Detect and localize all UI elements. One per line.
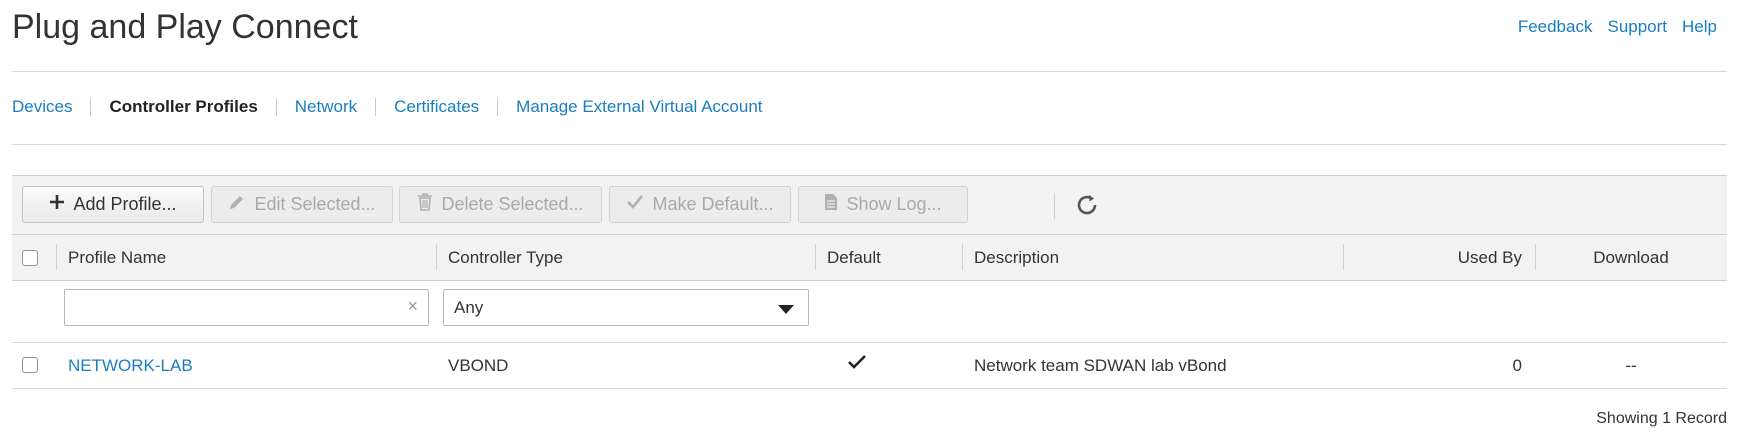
row-checkbox[interactable] xyxy=(22,357,38,373)
controller-type-filter-value: Any xyxy=(454,297,484,317)
used-by-cell: 0 xyxy=(1512,355,1522,375)
column-header-controller-type[interactable]: Controller Type xyxy=(448,235,563,280)
delete-selected-button[interactable]: Delete Selected... xyxy=(399,186,602,223)
show-log-label: Show Log... xyxy=(846,194,942,214)
tab-divider xyxy=(375,98,377,116)
column-header-download: Download xyxy=(1593,247,1669,267)
table-header: Profile Name Controller Type Default Des… xyxy=(12,235,1727,281)
column-header-used-by[interactable]: Used By xyxy=(1343,235,1522,280)
caret-down-icon xyxy=(778,305,794,314)
tabs-divider xyxy=(12,144,1727,145)
profile-name-filter-input[interactable]: × xyxy=(64,289,429,326)
support-link[interactable]: Support xyxy=(1607,17,1667,37)
pencil-icon xyxy=(228,193,246,217)
plus-icon xyxy=(49,193,65,216)
feedback-link[interactable]: Feedback xyxy=(1518,17,1593,37)
column-header-description[interactable]: Description xyxy=(974,235,1059,280)
add-profile-label: Add Profile... xyxy=(73,194,177,214)
table-row: NETWORK-LAB VBOND Network team SDWAN lab… xyxy=(12,343,1727,389)
select-all-checkbox[interactable] xyxy=(22,250,38,266)
tab-certificates[interactable]: Certificates xyxy=(394,97,479,117)
tab-bar: Devices Controller Profiles Network Cert… xyxy=(12,97,763,117)
checkmark-icon xyxy=(626,193,644,216)
profile-name-link[interactable]: NETWORK-LAB xyxy=(68,343,193,388)
tab-divider xyxy=(275,98,277,116)
header-divider xyxy=(12,71,1727,72)
tab-manage-external-virtual-account[interactable]: Manage External Virtual Account xyxy=(516,97,762,117)
description-cell: Network team SDWAN lab vBond xyxy=(974,355,1227,375)
column-header-profile-name[interactable]: Profile Name xyxy=(68,235,166,280)
top-links: Feedback Support Help xyxy=(1518,17,1717,37)
help-link[interactable]: Help xyxy=(1682,17,1717,37)
tab-devices[interactable]: Devices xyxy=(12,97,72,117)
record-count: Showing 1 Record xyxy=(1596,410,1727,427)
profiles-grid: Add Profile... Edit Selected... Delete S… xyxy=(12,175,1727,389)
document-icon xyxy=(824,193,838,217)
make-default-label: Make Default... xyxy=(652,194,774,214)
edit-selected-button[interactable]: Edit Selected... xyxy=(211,186,393,223)
edit-selected-label: Edit Selected... xyxy=(254,194,376,214)
column-divider xyxy=(56,244,57,270)
clear-x-icon[interactable]: × xyxy=(407,296,418,317)
page-title: Plug and Play Connect xyxy=(12,8,358,46)
column-header-default[interactable]: Default xyxy=(827,235,881,280)
tab-divider xyxy=(90,98,92,116)
delete-selected-label: Delete Selected... xyxy=(441,194,584,214)
tab-divider xyxy=(497,98,499,116)
make-default-button[interactable]: Make Default... xyxy=(609,186,791,223)
download-cell: -- xyxy=(1625,355,1637,375)
tab-controller-profiles[interactable]: Controller Profiles xyxy=(109,97,257,117)
grid-toolbar: Add Profile... Edit Selected... Delete S… xyxy=(12,175,1727,235)
refresh-icon[interactable] xyxy=(1072,190,1102,220)
controller-type-cell: VBOND xyxy=(448,355,509,375)
checkmark-icon xyxy=(847,343,867,388)
trash-icon xyxy=(417,192,433,217)
tab-network[interactable]: Network xyxy=(295,97,357,117)
show-log-button[interactable]: Show Log... xyxy=(798,186,968,223)
controller-type-filter-select[interactable]: Any xyxy=(443,289,809,326)
toolbar-divider xyxy=(1054,193,1055,219)
column-divider xyxy=(962,244,963,270)
add-profile-button[interactable]: Add Profile... xyxy=(22,186,204,223)
filter-row: × Any xyxy=(12,281,1727,343)
column-divider xyxy=(815,244,816,270)
column-divider xyxy=(436,244,437,270)
